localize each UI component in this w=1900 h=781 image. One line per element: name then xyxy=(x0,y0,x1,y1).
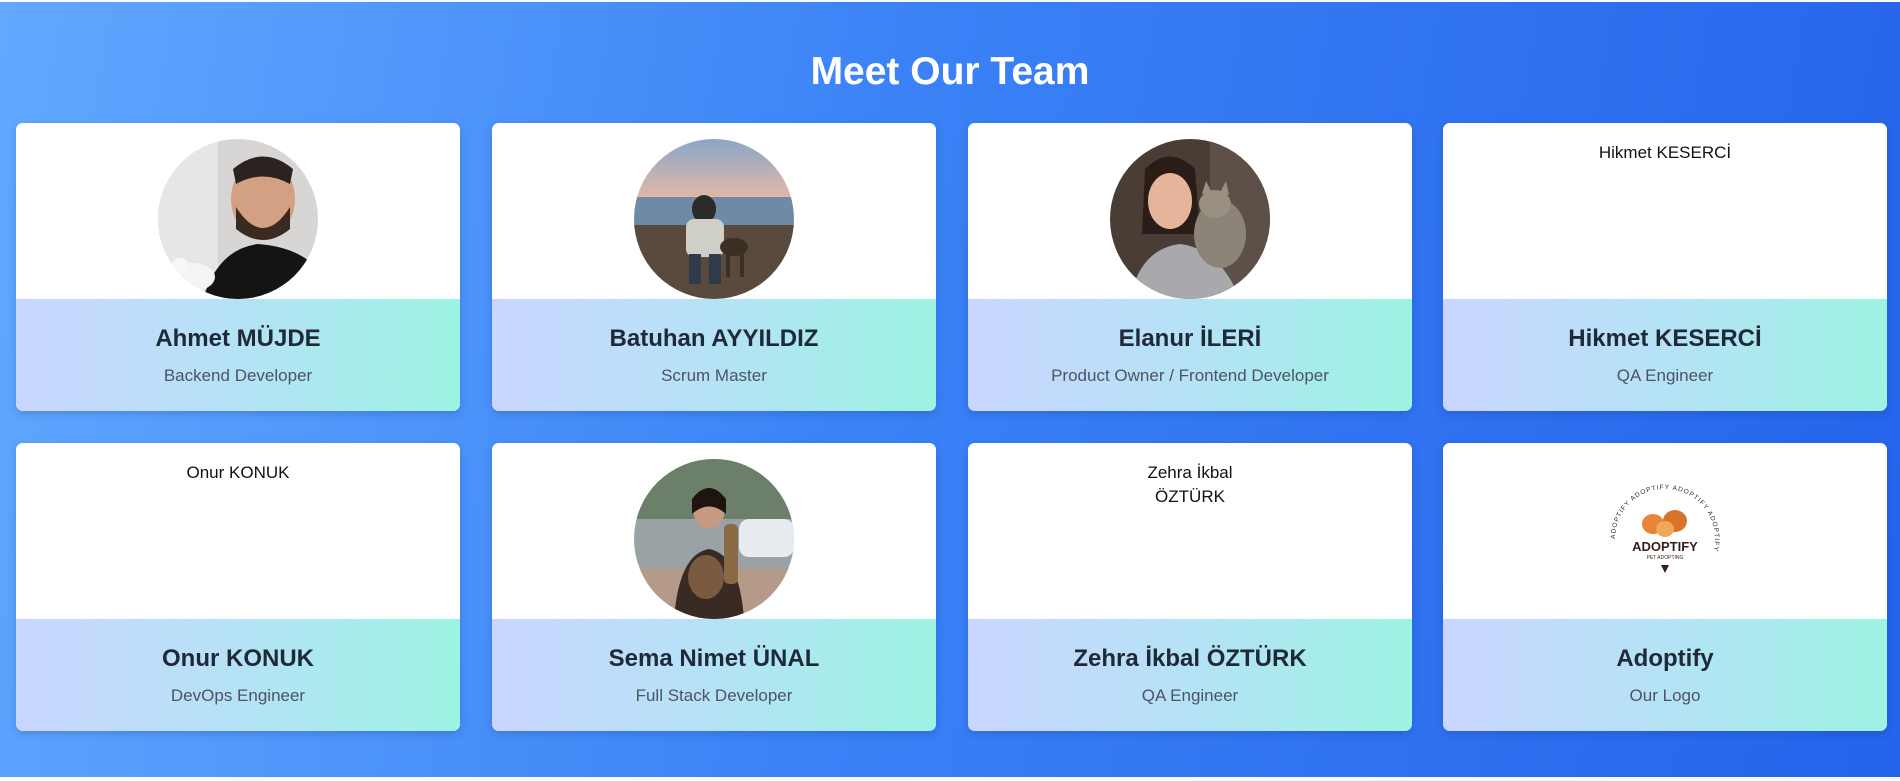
logo-wordmark: ADOPTIFY xyxy=(1632,539,1698,554)
card-photo-area xyxy=(492,123,936,299)
card-info: Sema Nimet ÜNAL Full Stack Developer xyxy=(492,619,936,731)
member-role: Full Stack Developer xyxy=(635,686,793,705)
member-name: Sema Nimet ÜNAL xyxy=(608,645,820,672)
member-photo xyxy=(158,139,318,299)
member-role: Backend Developer xyxy=(163,366,313,385)
member-name: Adoptify xyxy=(1616,645,1714,672)
card-info: Batuhan AYYILDIZ Scrum Master xyxy=(492,299,936,411)
card-info: Hikmet KESERCİ QA Engineer xyxy=(1443,299,1887,411)
card-photo-area: Zehra İkbal ÖZTÜRK xyxy=(968,443,1412,619)
member-role: QA Engineer xyxy=(1616,366,1714,385)
member-name: Zehra İkbal ÖZTÜRK xyxy=(1073,645,1307,672)
card-info: Zehra İkbal ÖZTÜRK QA Engineer xyxy=(968,619,1412,731)
card-photo-area: ADOPTIFY ADOPTIFY ADOPTIFY ADOPTIFY ADOP… xyxy=(1443,443,1887,619)
member-name: Hikmet KESERCİ xyxy=(1568,325,1762,352)
card-info: Onur KONUK DevOps Engineer xyxy=(16,619,460,731)
team-card-sema: Sema Nimet ÜNAL Full Stack Developer xyxy=(492,443,936,731)
page-title: Meet Our Team xyxy=(810,50,1090,93)
member-name: Elanur İLERİ xyxy=(1118,325,1262,352)
card-info: Ahmet MÜJDE Backend Developer xyxy=(16,299,460,411)
member-name: Ahmet MÜJDE xyxy=(155,325,321,352)
team-card-ahmet: Ahmet MÜJDE Backend Developer xyxy=(16,123,460,411)
card-photo-area: Hikmet KESERCİ xyxy=(1443,123,1887,299)
member-photo-alt-text: Onur KONUK xyxy=(186,463,290,482)
team-card-zehra: Zehra İkbal ÖZTÜRK Zehra İkbal ÖZTÜRK QA… xyxy=(968,443,1412,731)
card-info: Elanur İLERİ Product Owner / Frontend De… xyxy=(968,299,1412,411)
member-name: Onur KONUK xyxy=(162,645,314,672)
card-photo-area: Onur KONUK xyxy=(16,443,460,619)
member-role: Product Owner / Frontend Developer xyxy=(1051,366,1329,385)
member-photo xyxy=(1110,139,1270,299)
card-info: Adoptify Our Logo xyxy=(1443,619,1887,731)
page-footer-strip xyxy=(0,777,1900,781)
member-role: Our Logo xyxy=(1629,686,1701,705)
team-card-onur: Onur KONUK Onur KONUK DevOps Engineer xyxy=(16,443,460,731)
logo-tagline: PET ADOPTING xyxy=(1647,555,1684,561)
team-section: Meet Our Team Ahmet MÜJDE Backend Develo… xyxy=(0,2,1900,777)
member-photo-alt-text: Zehra İkbal ÖZTÜRK xyxy=(1147,463,1233,506)
member-role: DevOps Engineer xyxy=(170,686,306,705)
team-card-adoptify: ADOPTIFY ADOPTIFY ADOPTIFY ADOPTIFY ADOP… xyxy=(1443,443,1887,731)
member-photo-alt-text: Hikmet KESERCİ xyxy=(1598,143,1732,162)
member-name: Batuhan AYYILDIZ xyxy=(609,325,819,352)
card-photo-area xyxy=(492,443,936,619)
team-card-hikmet: Hikmet KESERCİ Hikmet KESERCİ QA Enginee… xyxy=(1443,123,1887,411)
team-card-elanur: Elanur İLERİ Product Owner / Frontend De… xyxy=(968,123,1412,411)
member-photo xyxy=(634,459,794,619)
adoptify-logo: ADOPTIFY ADOPTIFY ADOPTIFY ADOPTIFY ADOP… xyxy=(1585,459,1745,619)
card-photo-area xyxy=(16,123,460,299)
member-role: QA Engineer xyxy=(1141,686,1239,705)
card-photo-area xyxy=(968,123,1412,299)
team-card-batuhan: Batuhan AYYILDIZ Scrum Master xyxy=(492,123,936,411)
member-role: Scrum Master xyxy=(661,366,767,385)
member-photo xyxy=(634,139,794,299)
